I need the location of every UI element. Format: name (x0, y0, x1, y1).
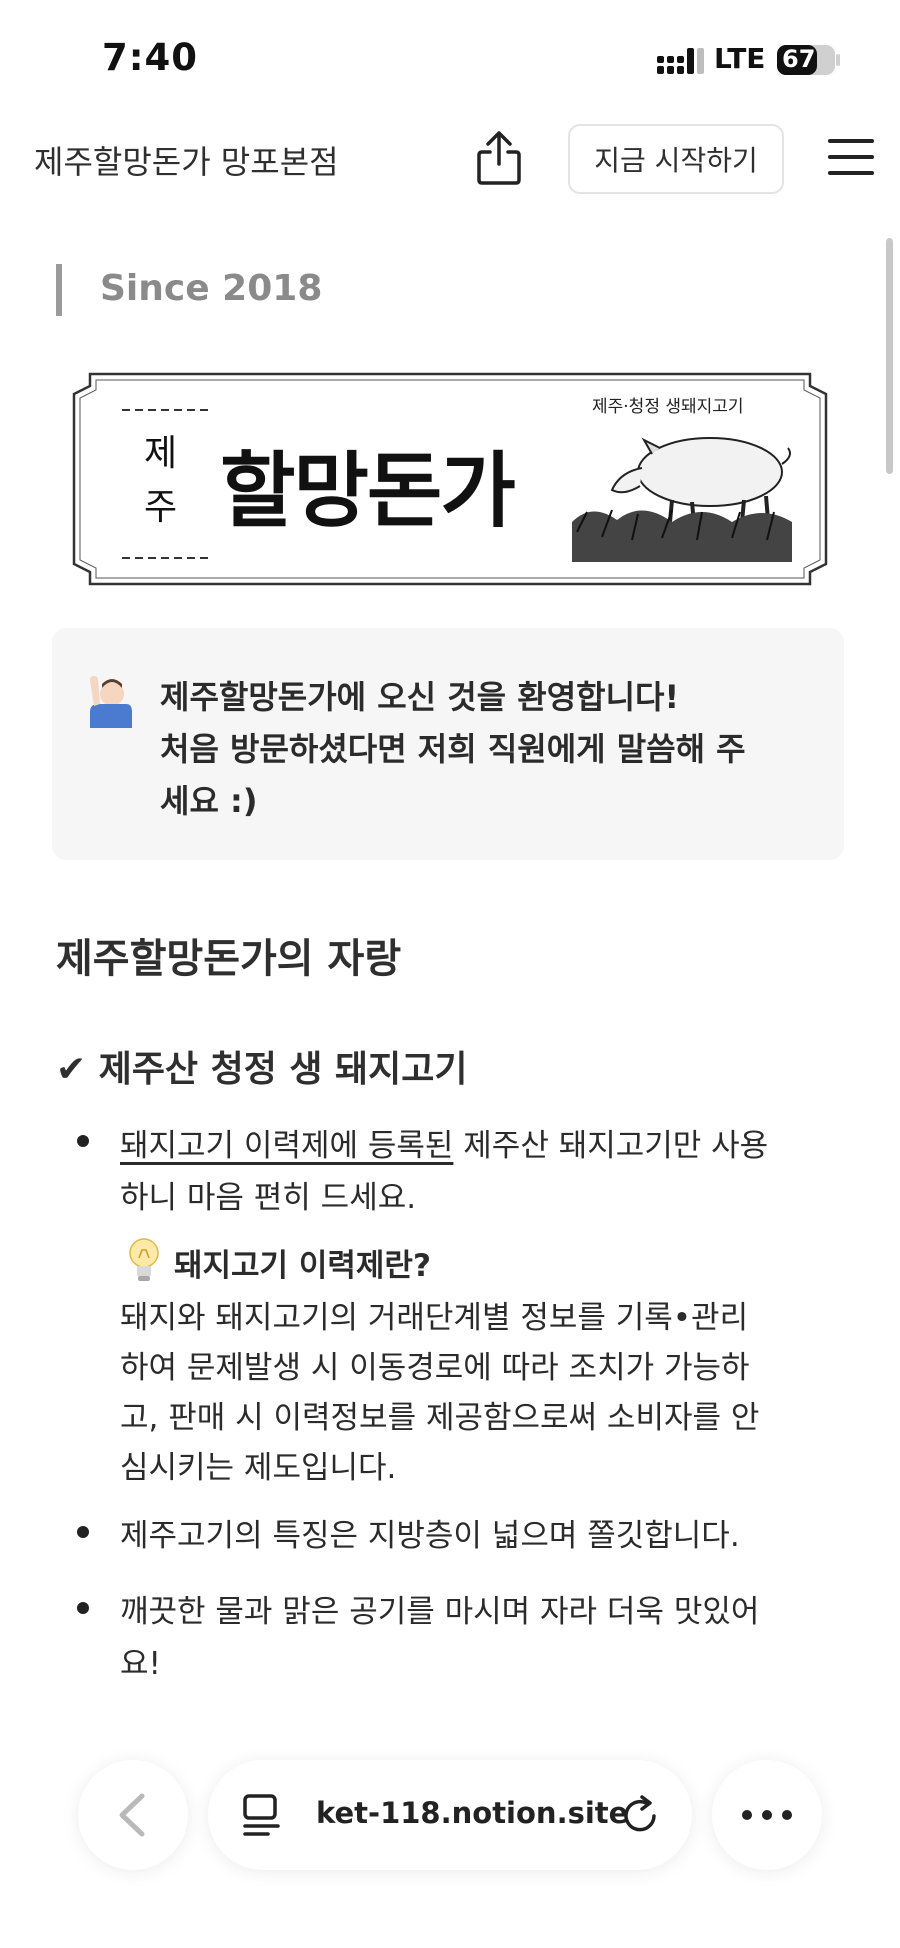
share-icon[interactable] (474, 130, 524, 186)
tip-line-3: 고, 판매 시 이력정보를 제공함으로써 소비자를 안 (120, 1400, 760, 1436)
subsection-heading: ✔ 제주산 청정 생 돼지고기 (56, 1049, 468, 1090)
more-icon (742, 1810, 792, 1820)
bullet-dot (77, 1135, 89, 1147)
callout-line-2: 처음 방문하셨다면 저희 직원에게 말씀해 주 (160, 730, 746, 768)
quote-bar (56, 264, 62, 316)
back-button[interactable] (78, 1760, 188, 1870)
more-button[interactable] (712, 1760, 822, 1870)
bullet-dot (77, 1602, 89, 1614)
banner-jeju-top: 제 (144, 433, 178, 474)
bullet-1-line-1: 돼지고기 이력제에 등록된 제주산 돼지고기만 사용 (120, 1120, 768, 1165)
reader-icon[interactable] (242, 1792, 282, 1838)
chevron-left-icon (119, 1793, 145, 1837)
traceability-link[interactable]: 돼지고기 이력제에 등록된 (120, 1128, 453, 1164)
bullet-3-line-2: 요! (120, 1646, 161, 1682)
section-heading: 제주할망돈가의 자랑 (56, 936, 402, 982)
banner-jeju-bottom: 주 (144, 487, 178, 528)
signal-icon (657, 48, 704, 74)
bullet-2-text: 제주고기의 특징은 지방층이 넓으며 쫄깃합니다. (120, 1518, 740, 1554)
battery-level: 67 (782, 45, 816, 73)
status-time: 7:40 (102, 36, 199, 79)
network-label: LTE (714, 42, 766, 75)
raising-hand-icon (90, 676, 132, 728)
banner-subtitle: 제주·청정 생돼지고기 (592, 397, 744, 417)
tip-line-4: 심시키는 제도입니다. (120, 1450, 397, 1486)
bullet-dot (77, 1526, 89, 1538)
brand-banner: 제주·청정 생돼지고기 제 주 할망돈가 (72, 372, 828, 586)
lightbulb-icon (129, 1238, 159, 1281)
bullet-3-line-1: 깨끗한 물과 맑은 공기를 마시며 자라 더욱 맛있어 (120, 1594, 760, 1630)
tip-title: 돼지고기 이력제란? (174, 1248, 431, 1284)
since-text: Since 2018 (100, 268, 323, 309)
battery-icon: 67 (776, 44, 842, 76)
bullet-1-line-2: 하니 마음 편히 드세요. (120, 1180, 417, 1216)
callout-line-1: 제주할망돈가에 오신 것을 환영합니다! (160, 678, 680, 716)
banner-brand: 할망돈가 (220, 443, 516, 539)
bullet-1-rest: 제주산 돼지고기만 사용 (453, 1128, 769, 1164)
menu-icon[interactable] (826, 136, 876, 178)
tip-line-1: 돼지와 돼지고기의 거래단계별 정보를 기록•관리 (120, 1300, 749, 1336)
start-button[interactable]: 지금 시작하기 (568, 124, 784, 194)
site-title[interactable]: 제주할망돈가 망포본점 (34, 137, 339, 183)
scrollbar[interactable] (886, 238, 893, 474)
tip-line-2: 하여 문제발생 시 이동경로에 따라 조치가 가능하 (120, 1350, 750, 1386)
url-text[interactable]: ket-118.notion.site (316, 1796, 628, 1830)
callout-line-3: 세요 :) (160, 782, 258, 820)
